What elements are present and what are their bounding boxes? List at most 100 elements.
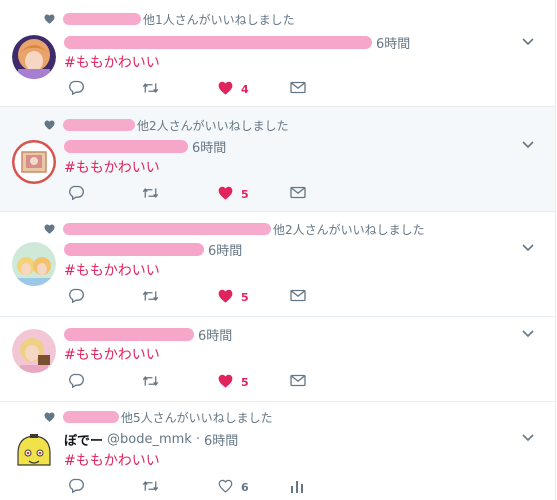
like-context: 他2人さんがいいねしました xyxy=(44,220,425,238)
like-button[interactable]: 5 xyxy=(218,288,249,306)
like-button[interactable]: 4 xyxy=(218,80,249,98)
reply-icon xyxy=(68,185,84,203)
avatar[interactable] xyxy=(12,329,56,373)
tweet-item[interactable]: 他5人さんがいいねしました ぼでー @bode_mmk · 6時間 #ももかわい… xyxy=(0,402,555,500)
redacted-username xyxy=(63,13,141,25)
like-context: 他2人さんがいいねしました xyxy=(44,116,289,134)
redacted-username xyxy=(63,223,271,235)
tweet-time[interactable]: 6時間 xyxy=(204,430,238,449)
reply-button[interactable] xyxy=(68,80,84,98)
reply-icon xyxy=(68,478,84,496)
heart-icon xyxy=(218,81,233,98)
like-button[interactable]: 5 xyxy=(218,373,249,391)
tweet-item[interactable]: 他2人さんがいいねしました 6時間 #ももかわいい 5 xyxy=(0,212,555,317)
heart-icon xyxy=(218,374,233,391)
reply-button[interactable] xyxy=(68,373,84,391)
tweet-actions: 5 xyxy=(64,288,324,306)
chevron-down-icon[interactable] xyxy=(521,431,535,445)
envelope-icon xyxy=(290,81,306,97)
retweet-button[interactable] xyxy=(142,185,159,203)
dm-button[interactable] xyxy=(290,288,306,306)
tweet-actions: 6 xyxy=(64,478,324,496)
tweet-header: 6時間 xyxy=(64,137,226,156)
heart-icon xyxy=(218,186,233,203)
separator: · xyxy=(195,431,200,447)
dm-button[interactable] xyxy=(290,80,306,98)
tweet-time[interactable]: 6時間 xyxy=(376,33,410,52)
redacted-username xyxy=(63,411,119,423)
like-button[interactable]: 6 xyxy=(218,478,249,496)
avatar[interactable] xyxy=(12,140,56,184)
redacted-author xyxy=(64,35,372,49)
analytics-button[interactable] xyxy=(290,478,304,496)
tweet-header: 6時間 xyxy=(64,325,232,344)
tweet-time[interactable]: 6時間 xyxy=(208,240,242,259)
like-count: 4 xyxy=(241,82,249,96)
like-count: 6 xyxy=(241,480,249,494)
heart-icon xyxy=(44,224,55,234)
chevron-down-icon[interactable] xyxy=(521,241,535,255)
timeline: 他1人さんがいいねしました 6時間 #ももかわいい 4 他2人さんがいいねしまし… xyxy=(0,0,556,500)
tweet-header: 6時間 xyxy=(64,33,410,52)
redacted-author xyxy=(64,327,194,341)
dm-button[interactable] xyxy=(290,185,306,203)
bar-chart-icon xyxy=(290,479,304,496)
tweet-actions: 4 xyxy=(64,80,324,98)
heart-icon xyxy=(218,479,233,496)
chevron-down-icon[interactable] xyxy=(521,35,535,49)
envelope-icon xyxy=(290,289,306,305)
tweet-item[interactable]: 他2人さんがいいねしました 6時間 #ももかわいい 5 xyxy=(0,107,555,212)
retweet-icon xyxy=(142,186,159,203)
envelope-icon xyxy=(290,186,306,202)
heart-icon xyxy=(218,289,233,306)
reply-button[interactable] xyxy=(68,185,84,203)
redacted-author xyxy=(64,242,204,256)
retweet-button[interactable] xyxy=(142,80,159,98)
author-handle[interactable]: @bode_mmk xyxy=(107,432,192,447)
author-name[interactable]: ぼでー xyxy=(64,430,103,449)
like-count: 5 xyxy=(241,290,249,304)
hashtag-link[interactable]: #ももかわいい xyxy=(64,450,160,470)
tweet-header: ぼでー @bode_mmk · 6時間 xyxy=(64,430,238,449)
avatar[interactable] xyxy=(12,242,56,286)
heart-icon xyxy=(44,412,55,422)
like-context: 他1人さんがいいねしました xyxy=(44,10,295,28)
tweet-actions: 5 xyxy=(64,373,324,391)
tweet-actions: 5 xyxy=(64,185,324,203)
reply-icon xyxy=(68,80,84,98)
avatar[interactable] xyxy=(12,431,56,475)
like-count: 5 xyxy=(241,375,249,389)
avatar[interactable] xyxy=(12,35,56,79)
tweet-time[interactable]: 6時間 xyxy=(198,325,232,344)
like-button[interactable]: 5 xyxy=(218,185,249,203)
retweet-icon xyxy=(142,81,159,98)
heart-icon xyxy=(44,14,55,24)
reply-button[interactable] xyxy=(68,478,84,496)
like-count: 5 xyxy=(241,187,249,201)
redacted-username xyxy=(63,119,135,131)
hashtag-link[interactable]: #ももかわいい xyxy=(64,344,160,364)
dm-button[interactable] xyxy=(290,373,306,391)
tweet-item[interactable]: 6時間 #ももかわいい 5 xyxy=(0,317,555,402)
tweet-header: 6時間 xyxy=(64,240,242,259)
reply-icon xyxy=(68,288,84,306)
envelope-icon xyxy=(290,374,306,390)
retweet-icon xyxy=(142,374,159,391)
redacted-author xyxy=(64,139,188,153)
hashtag-link[interactable]: #ももかわいい xyxy=(64,157,160,177)
hashtag-link[interactable]: #ももかわいい xyxy=(64,52,160,72)
chevron-down-icon[interactable] xyxy=(521,138,535,152)
tweet-item[interactable]: 他1人さんがいいねしました 6時間 #ももかわいい 4 xyxy=(0,0,555,107)
reply-icon xyxy=(68,373,84,391)
retweet-button[interactable] xyxy=(142,478,159,496)
chevron-down-icon[interactable] xyxy=(521,327,535,341)
tweet-time[interactable]: 6時間 xyxy=(192,137,226,156)
reply-button[interactable] xyxy=(68,288,84,306)
like-context: 他5人さんがいいねしました xyxy=(44,408,273,426)
retweet-button[interactable] xyxy=(142,373,159,391)
retweet-icon xyxy=(142,289,159,306)
retweet-button[interactable] xyxy=(142,288,159,306)
heart-icon xyxy=(44,120,55,130)
hashtag-link[interactable]: #ももかわいい xyxy=(64,260,160,280)
retweet-icon xyxy=(142,479,159,496)
